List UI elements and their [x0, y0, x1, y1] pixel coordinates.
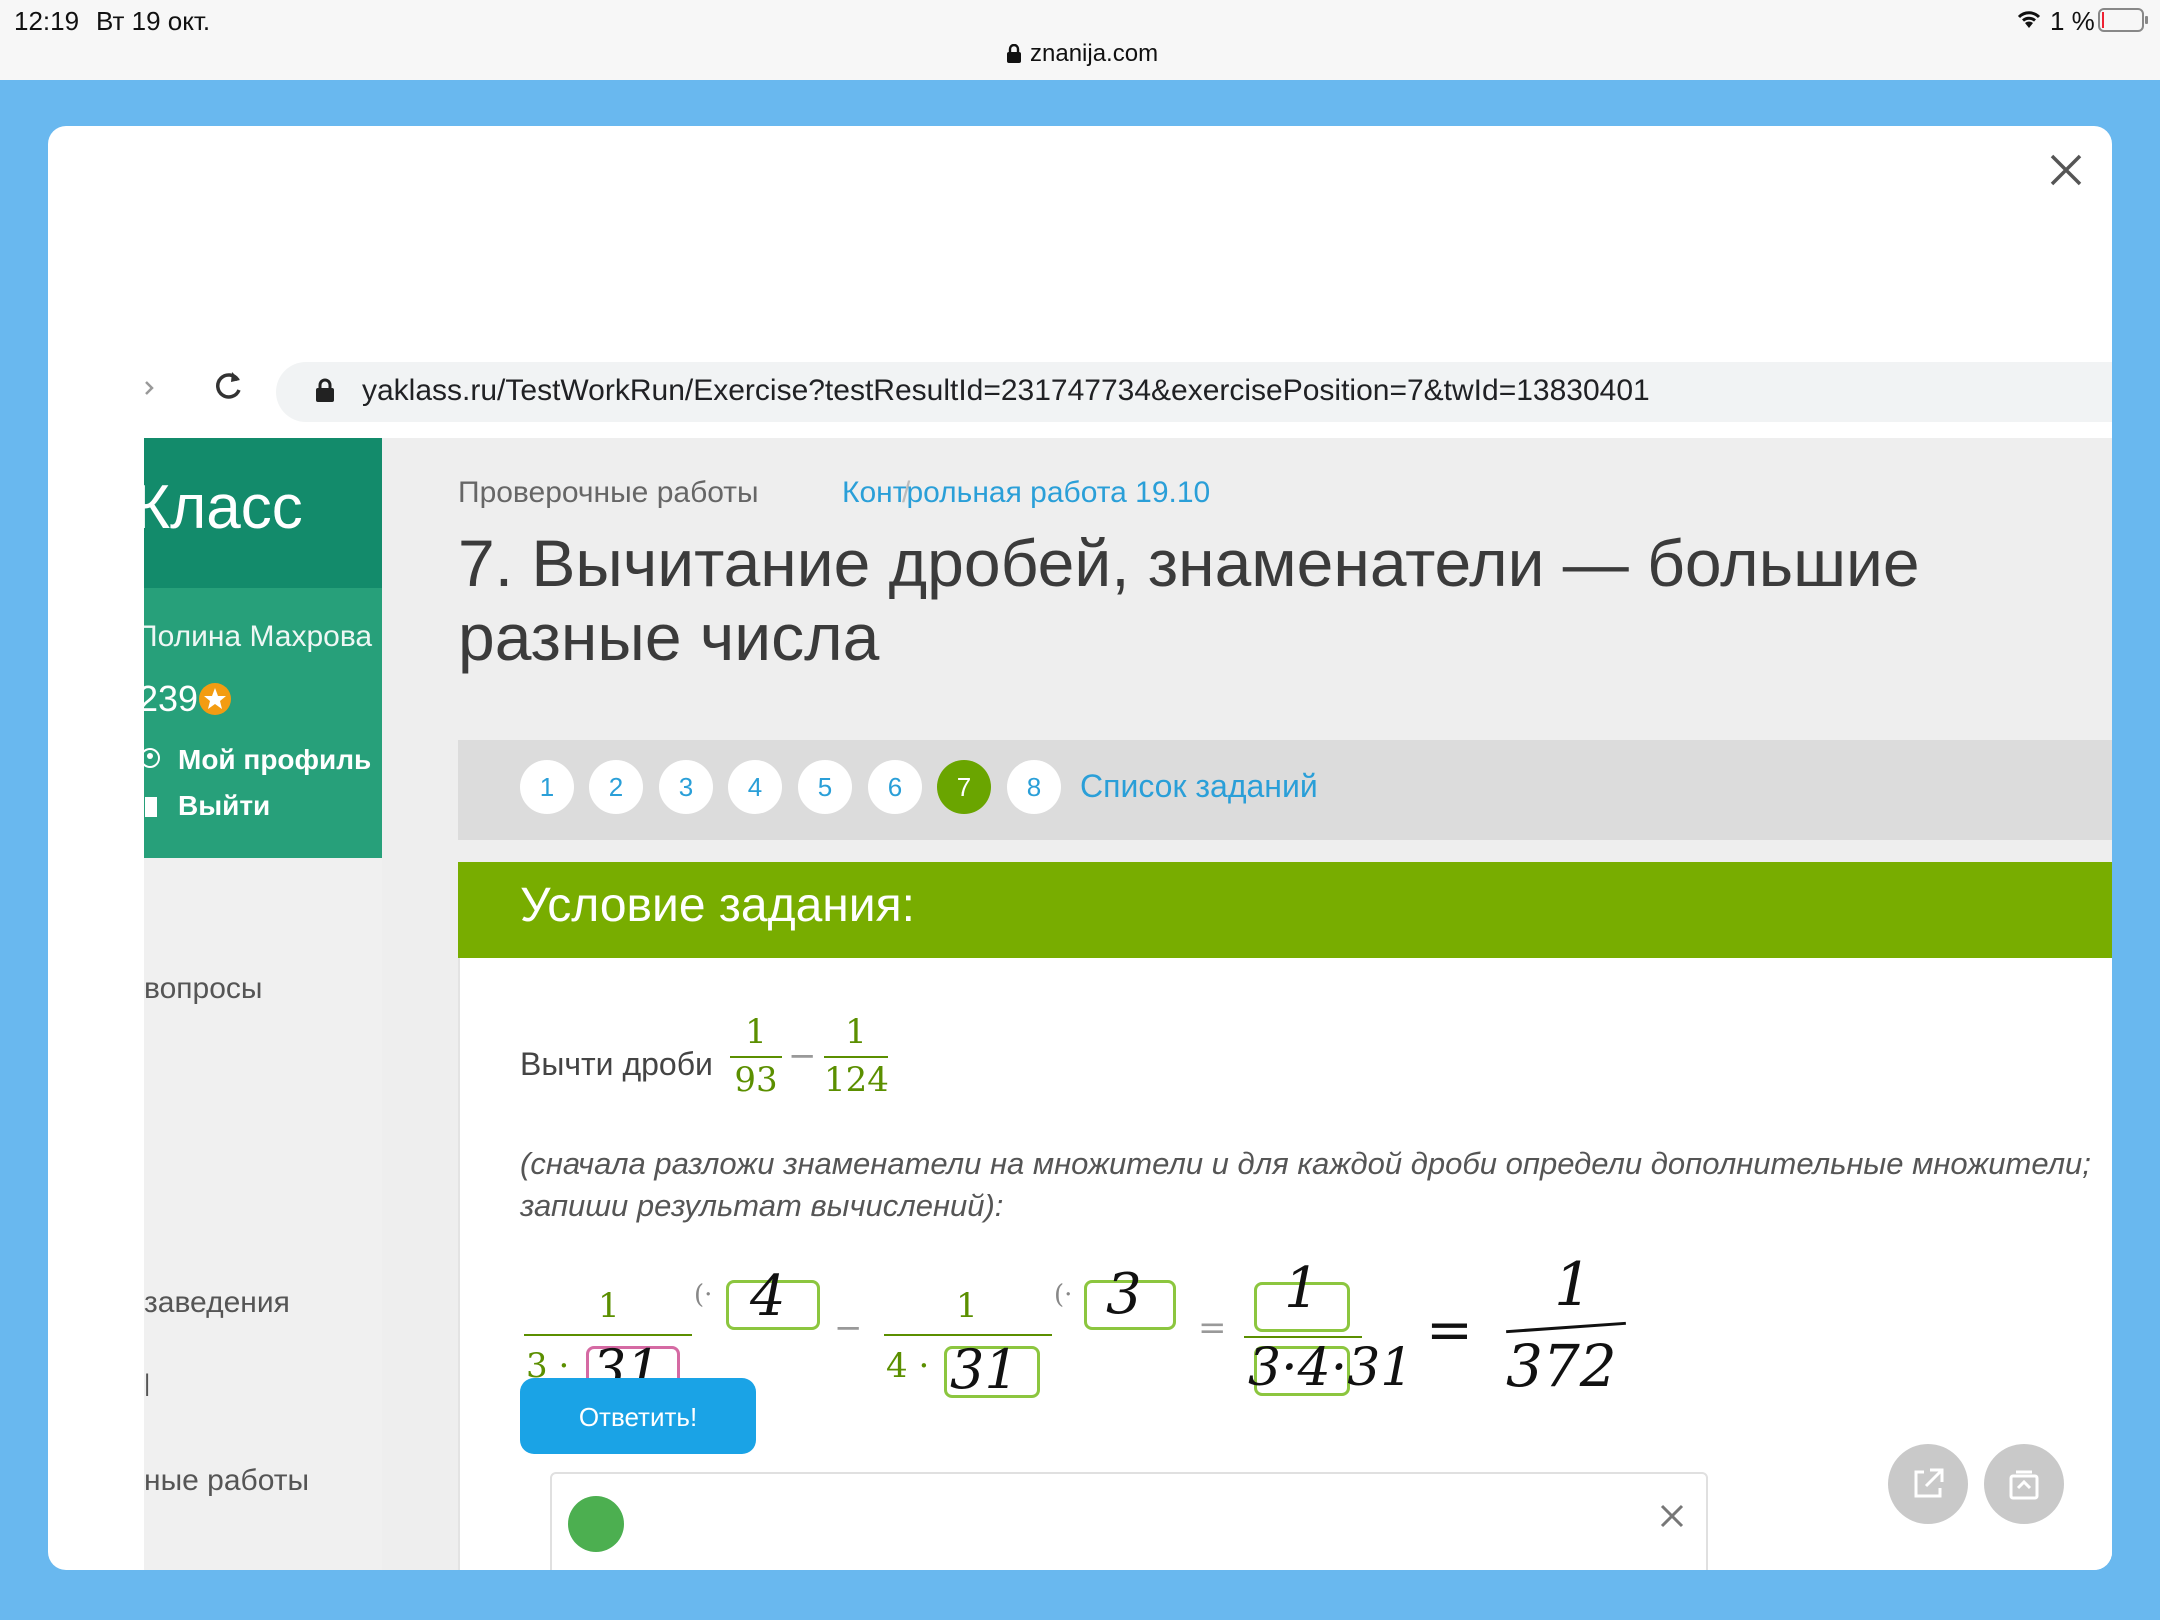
status-bar: 12:19 Вт 19 окт. 1 % znanija.com	[0, 0, 2160, 81]
handwritten-final-numerator: 1	[1554, 1250, 1593, 1320]
eq-left-numerator: 1	[598, 1286, 620, 1326]
page-1-button[interactable]: 1	[520, 760, 574, 814]
breadcrumb-current[interactable]: Контрольная работа 19.10	[842, 476, 1210, 510]
save-icon	[2006, 1466, 2042, 1506]
page-title: 7. Вычитание дробей, знаменатели — больш…	[458, 526, 1920, 674]
left-multiplier-value: 4	[750, 1264, 786, 1329]
battery-icon	[2098, 8, 2150, 36]
reload-icon[interactable]	[210, 368, 246, 408]
task-prompt: Вычти дроби	[520, 1046, 713, 1082]
result-numerator-value: 1	[1284, 1256, 1320, 1321]
browser-toolbar: yaklass.ru/TestWorkRun/Exercise?testResu…	[144, 356, 2112, 438]
fraction-bar	[884, 1334, 1052, 1336]
breadcrumb-root[interactable]: Проверочные работы	[458, 476, 759, 510]
lock-icon	[1006, 43, 1022, 68]
page-7-button-active[interactable]: 7	[937, 760, 991, 814]
result-denominator-handwritten: 3·4·31	[1248, 1338, 1414, 1398]
task-list-link[interactable]: Список заданий	[1080, 768, 1318, 805]
eq-minus-sign: −	[834, 1308, 863, 1348]
status-date: Вт 19 окт.	[96, 6, 211, 36]
user-icon	[144, 748, 160, 772]
fraction-bar	[524, 1334, 692, 1336]
star-icon	[198, 682, 232, 720]
page-2-button[interactable]: 2	[589, 760, 643, 814]
sidebar-item-works[interactable]: ные работы	[144, 1464, 309, 1498]
eq-right-numerator: 1	[956, 1286, 978, 1326]
fraction1-numerator: 1	[745, 1012, 767, 1052]
page-5-button[interactable]: 5	[798, 760, 852, 814]
eq-equals-sign: =	[1198, 1308, 1227, 1348]
lock-icon	[314, 378, 336, 408]
eq-right-mult-prefix: (·	[1054, 1280, 1073, 1310]
eq-right-den-factor: 4 ·	[886, 1346, 930, 1386]
embedded-screenshot: yaklass.ru/TestWorkRun/Exercise?testResu…	[144, 356, 2112, 1570]
sidebar-item-plus[interactable]: Я+	[144, 1566, 183, 1570]
answer-button[interactable]: Ответить!	[520, 1378, 756, 1454]
minus-sign: −	[788, 1036, 817, 1076]
battery-percent: 1 %	[2050, 6, 2095, 36]
close-icon[interactable]	[1658, 1502, 1686, 1534]
right-denominator-value: 31	[950, 1338, 1019, 1401]
app-badge-icon	[566, 1494, 626, 1558]
task-pager: 1 2 3 4 5 6 7 8 Список заданий	[458, 740, 2112, 840]
fraction2-numerator: 1	[845, 1012, 867, 1052]
open-external-button[interactable]	[1888, 1444, 1968, 1524]
image-viewer-modal: yaklass.ru/TestWorkRun/Exercise?testResu…	[48, 126, 2112, 1570]
close-icon[interactable]	[2048, 152, 2084, 192]
site-logo[interactable]: Класс	[144, 472, 303, 543]
sidebar-item-institutions[interactable]: заведения	[144, 1286, 290, 1320]
fraction-bar	[730, 1056, 782, 1058]
page-3-button[interactable]: 3	[659, 760, 713, 814]
task-header: Условие задания:	[458, 862, 2112, 958]
page-4-button[interactable]: 4	[728, 760, 782, 814]
logout-link[interactable]: Выйти	[178, 790, 270, 822]
status-time: 12:19	[14, 6, 80, 36]
right-multiplier-value: 3	[1106, 1262, 1142, 1327]
share-icon	[1910, 1466, 1946, 1506]
address-domain[interactable]: znanija.com	[1030, 40, 1158, 68]
page-8-button[interactable]: 8	[1007, 760, 1061, 814]
page-6-button[interactable]: 6	[868, 760, 922, 814]
user-name[interactable]: Полина Махрова	[144, 620, 372, 654]
back-arrow-icon[interactable]	[144, 378, 156, 402]
sidebar-item-questions[interactable]: вопросы	[144, 972, 262, 1006]
instruction-line-2: запиши результат вычислений):	[520, 1188, 1004, 1223]
url-text: yaklass.ru/TestWorkRun/Exercise?testResu…	[362, 374, 1650, 407]
user-points: 239	[144, 678, 199, 719]
sidebar-divider-glyph: |	[144, 1370, 151, 1397]
address-bar[interactable]: yaklass.ru/TestWorkRun/Exercise?testResu…	[276, 362, 2112, 422]
handwritten-equals: =	[1426, 1298, 1473, 1363]
task-header-title: Условие задания:	[520, 879, 915, 932]
fraction1-denominator: 93	[734, 1060, 778, 1100]
instruction-line-1: (сначала разложи знаменатели на множител…	[520, 1146, 2091, 1181]
door-icon	[144, 796, 158, 822]
save-image-button[interactable]	[1984, 1444, 2064, 1524]
fraction-bar	[824, 1056, 888, 1058]
notification-popup	[550, 1472, 1708, 1570]
profile-link[interactable]: Мой профиль	[178, 744, 371, 776]
logo-panel: Класс	[144, 438, 382, 588]
fraction2-denominator: 124	[824, 1060, 889, 1100]
eq-left-mult-prefix: (·	[694, 1280, 713, 1310]
wifi-icon	[2014, 8, 2044, 34]
handwritten-final-denominator: 372	[1506, 1332, 1617, 1400]
